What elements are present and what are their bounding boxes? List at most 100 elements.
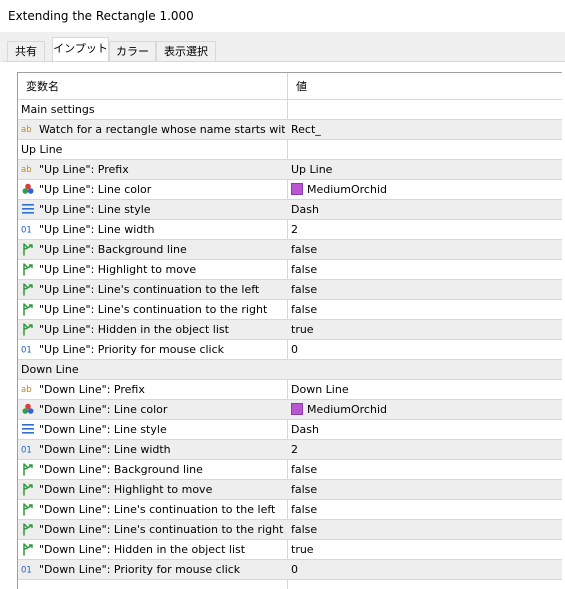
parameter-value: false	[291, 303, 318, 316]
parameter-value-cell[interactable]: 2	[291, 440, 559, 459]
parameter-value-cell[interactable]: false	[291, 480, 559, 499]
color-icon	[21, 182, 35, 196]
parameter-row[interactable]: 01 "Down Line": Priority for mouse click 0	[18, 560, 562, 580]
parameter-value-cell[interactable]: 0	[291, 560, 559, 579]
parameter-row[interactable]: ab Watch for a rectangle whose name start…	[18, 120, 562, 140]
parameter-name-cell: "Up Line": Line style	[21, 200, 285, 219]
parameter-value-cell[interactable]: MediumOrchid	[291, 400, 559, 419]
parameter-name-cell: "Down Line": Background line	[21, 460, 285, 479]
parameter-value-cell[interactable]: Dash	[291, 420, 559, 439]
parameter-name-cell: "Up Line": Line's continuation to the le…	[21, 280, 285, 299]
parameter-row[interactable]: "Down Line": Line's continuation to the …	[18, 520, 562, 540]
parameter-row[interactable]: ab "Down Line": Prefix Down Line	[18, 380, 562, 400]
tab-inputs[interactable]: インプット	[52, 37, 109, 62]
tab-colors[interactable]: カラー	[109, 41, 156, 61]
parameter-value-cell[interactable]: false	[291, 520, 559, 539]
parameter-row[interactable]: "Up Line": Line's continuation to the le…	[18, 280, 562, 300]
section-label: Main settings	[21, 103, 95, 116]
parameter-row[interactable]: "Down Line": Line color MediumOrchid	[18, 400, 562, 420]
parameter-value: Dash	[291, 203, 319, 216]
parameter-name: "Up Line": Line width	[39, 223, 155, 236]
section-header-up-line[interactable]: Up Line	[18, 140, 562, 160]
parameter-name-cell: "Down Line": Line's continuation to the …	[21, 500, 285, 519]
bool-icon	[21, 322, 35, 336]
parameter-name: Watch for a rectangle whose name starts …	[39, 123, 285, 136]
bool-icon	[21, 262, 35, 276]
parameter-row[interactable]: "Down Line": Highlight to move false	[18, 480, 562, 500]
parameter-name: "Down Line": Background line	[39, 463, 203, 476]
parameter-name-cell: "Up Line": Line color	[21, 180, 285, 199]
bool-icon	[21, 302, 35, 316]
parameter-row[interactable]: "Down Line": Hidden in the object list tr…	[18, 540, 562, 560]
bool-icon	[21, 242, 35, 256]
parameter-name-cell: ab "Up Line": Prefix	[21, 160, 285, 179]
integer-icon: 01	[21, 442, 35, 456]
line-style-icon	[21, 422, 35, 436]
parameter-value-cell[interactable]: false	[291, 280, 559, 299]
parameter-name: "Down Line": Highlight to move	[39, 483, 213, 496]
integer-icon: 01	[21, 222, 35, 236]
parameter-value: false	[291, 523, 318, 536]
parameter-value-cell[interactable]: false	[291, 260, 559, 279]
header-value[interactable]: 値	[296, 77, 562, 96]
svg-text:01: 01	[21, 446, 32, 456]
bool-icon	[21, 502, 35, 516]
parameter-row[interactable]: "Down Line": Line's continuation to the …	[18, 500, 562, 520]
parameter-name: "Down Line": Hidden in the object list	[39, 543, 246, 556]
inputs-panel: 変数名 値 Main settings ab Watch for a rectang…	[3, 61, 565, 589]
bool-icon	[21, 462, 35, 476]
parameter-value: 2	[291, 443, 298, 456]
parameter-value: MediumOrchid	[307, 403, 387, 416]
parameter-value-cell[interactable]: Rect_	[291, 120, 559, 139]
section-label: Up Line	[21, 143, 63, 156]
parameter-row[interactable]: 01 "Up Line": Priority for mouse click 0	[18, 340, 562, 360]
parameter-value-cell[interactable]: false	[291, 500, 559, 519]
parameter-value-cell[interactable]: false	[291, 240, 559, 259]
parameter-value-cell[interactable]: Down Line	[291, 380, 559, 399]
parameter-row[interactable]: "Up Line": Highlight to move false	[18, 260, 562, 280]
parameter-value-cell[interactable]: false	[291, 300, 559, 319]
parameter-row[interactable]: "Up Line": Line color MediumOrchid	[18, 180, 562, 200]
parameter-value-cell[interactable]: Dash	[291, 200, 559, 219]
parameter-value: 0	[291, 563, 298, 576]
parameter-row[interactable]: "Up Line": Hidden in the object list true	[18, 320, 562, 340]
section-header-main-settings[interactable]: Main settings	[18, 100, 562, 120]
parameter-row[interactable]: 01 "Up Line": Line width 2	[18, 220, 562, 240]
svg-text:ab: ab	[21, 165, 32, 175]
parameter-row[interactable]: ab "Up Line": Prefix Up Line	[18, 160, 562, 180]
svg-text:01: 01	[21, 226, 32, 236]
parameter-value: Rect_	[291, 123, 321, 136]
parameter-name: "Down Line": Line color	[39, 403, 168, 416]
parameter-name: "Up Line": Line's continuation to the ri…	[39, 303, 268, 316]
parameter-value-cell[interactable]: true	[291, 320, 559, 339]
parameter-value: false	[291, 263, 318, 276]
parameter-row[interactable]: "Up Line": Line style Dash	[18, 200, 562, 220]
parameter-value: false	[291, 463, 318, 476]
parameter-value-cell[interactable]: MediumOrchid	[291, 180, 559, 199]
string-icon: ab	[21, 382, 35, 396]
parameter-row[interactable]: "Down Line": Line style Dash	[18, 420, 562, 440]
parameter-row[interactable]: "Up Line": Line's continuation to the ri…	[18, 300, 562, 320]
parameter-row[interactable]: "Down Line": Background line false	[18, 460, 562, 480]
parameter-name-cell: "Down Line": Highlight to move	[21, 480, 285, 499]
parameter-value-cell[interactable]: 0	[291, 340, 559, 359]
parameter-value-cell[interactable]: Up Line	[291, 160, 559, 179]
parameter-name: "Down Line": Prefix	[39, 383, 145, 396]
parameter-name: "Down Line": Priority for mouse click	[39, 563, 241, 576]
header-variable[interactable]: 変数名	[26, 77, 290, 96]
parameter-name: "Up Line": Background line	[39, 243, 187, 256]
parameter-name-cell: "Up Line": Highlight to move	[21, 260, 285, 279]
parameter-row[interactable]: "Up Line": Background line false	[18, 240, 562, 260]
parameter-value-cell[interactable]: 2	[291, 220, 559, 239]
tab-common[interactable]: 共有	[7, 41, 45, 61]
parameter-value: false	[291, 503, 318, 516]
parameter-row[interactable]: 01 "Down Line": Line width 2	[18, 440, 562, 460]
section-header-down-line[interactable]: Down Line	[18, 360, 562, 380]
parameter-name-cell: 01 "Down Line": Priority for mouse click	[21, 560, 285, 579]
tab-visualization[interactable]: 表示選択	[156, 41, 216, 61]
parameter-name: "Down Line": Line width	[39, 443, 171, 456]
svg-text:01: 01	[21, 346, 32, 356]
parameter-value-cell[interactable]: true	[291, 540, 559, 559]
parameter-value-cell[interactable]: false	[291, 460, 559, 479]
parameter-name-cell: 01 "Up Line": Line width	[21, 220, 285, 239]
